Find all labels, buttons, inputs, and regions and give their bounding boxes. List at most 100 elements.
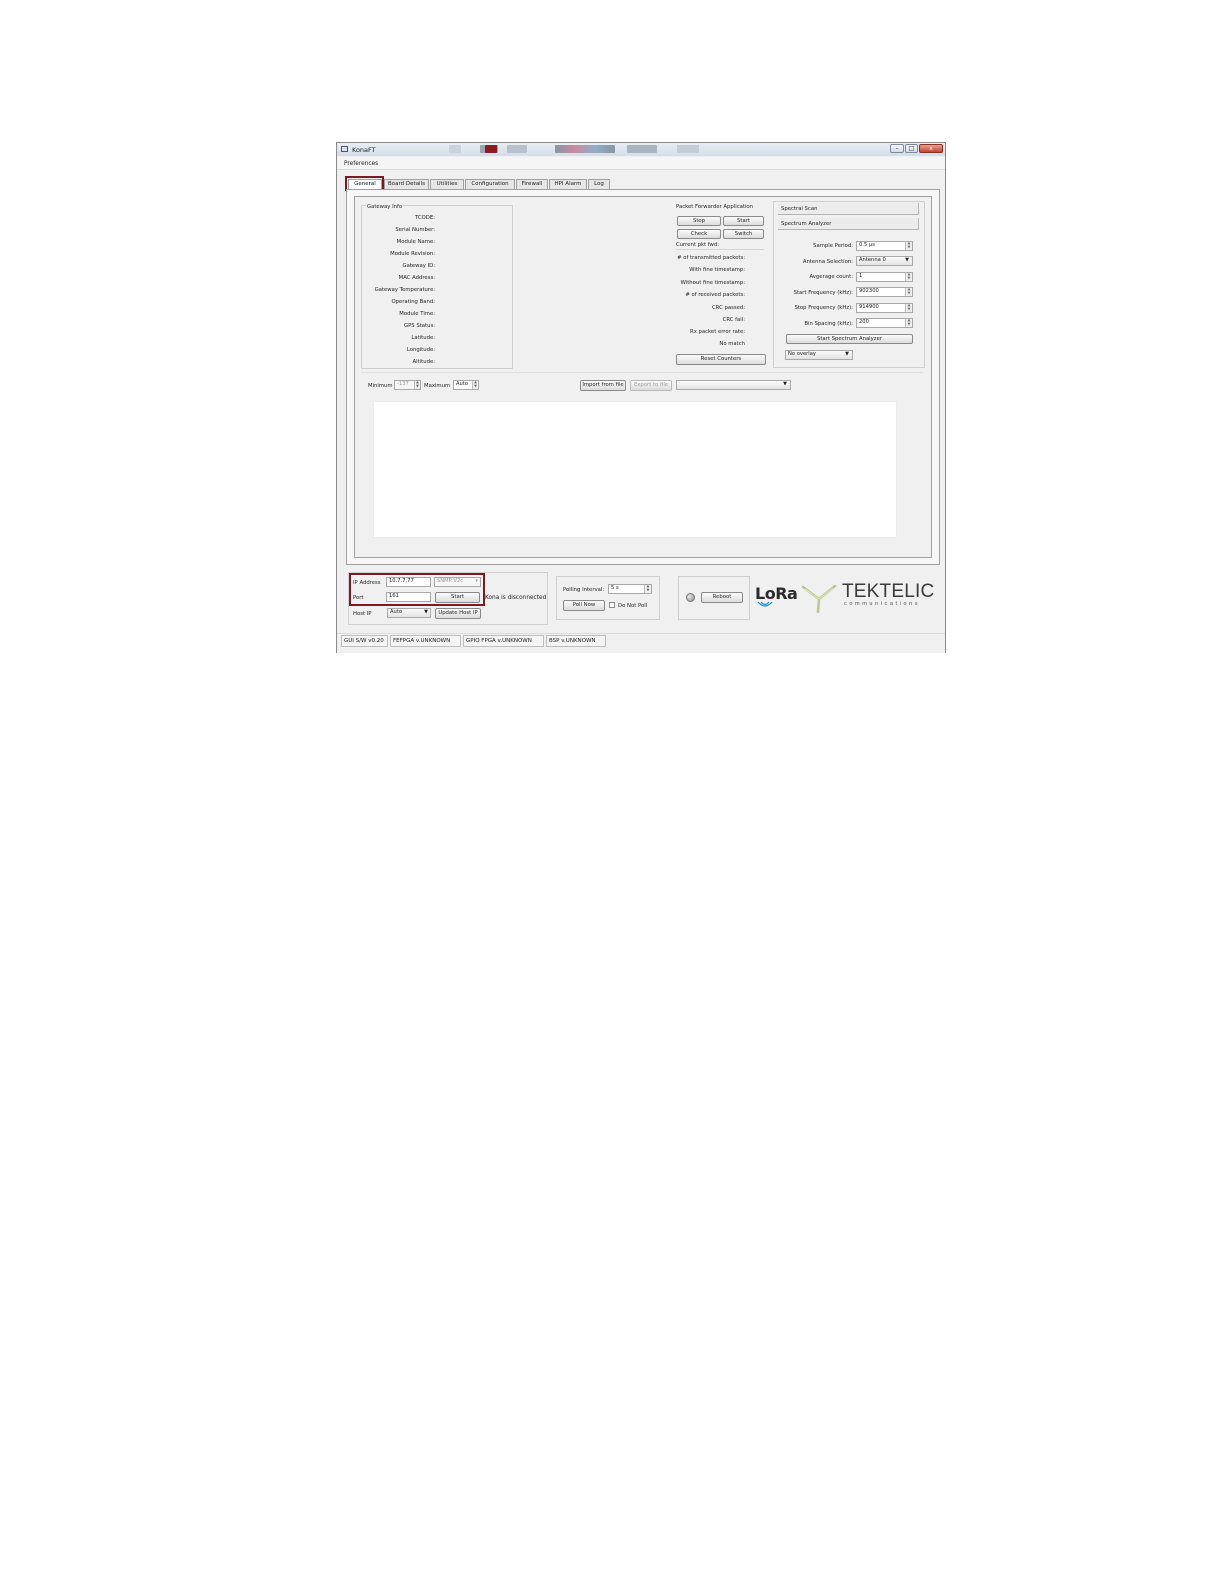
label-module-revision: Module Revision: (390, 251, 435, 257)
label-crc-fail: CRC fail: (722, 317, 745, 323)
divider (361, 372, 923, 373)
label-crc-passed: CRC passed: (711, 305, 745, 311)
antenna-selection-label: Antenna Selection: (802, 259, 853, 265)
taskbar-blur (507, 145, 527, 153)
overlay-value: No overlay (788, 351, 816, 357)
bin-spacing-spinner[interactable]: ▲ ▼ (905, 318, 912, 327)
status-bsp-version: BSP v.UNKNOWN (546, 635, 606, 647)
import-from-file-button[interactable]: Import from file (580, 380, 626, 391)
label-module-name: Module Name: (396, 239, 435, 245)
average-count-value: 1 (859, 273, 863, 279)
window-title: KonaFT (352, 146, 376, 154)
minimum-input[interactable]: -137 ▲ ▼ (394, 380, 421, 390)
polling-interval-label: Polling Interval: (563, 587, 605, 593)
tab-log[interactable]: Log (588, 179, 610, 189)
chevron-down-icon: ▼ (783, 381, 787, 387)
taskbar-blur (485, 145, 497, 153)
export-to-file-button[interactable]: Export to file (630, 380, 672, 391)
label-mac-address: MAC Address: (398, 275, 435, 281)
label-longitude: Longitude: (406, 347, 435, 353)
label-altitude: Altitude: (412, 359, 435, 365)
stop-frequency-label: Stop Frequency (kHz): (794, 305, 853, 311)
tab-configuration[interactable]: Configuration (465, 179, 515, 189)
maximum-spinner[interactable]: ▲ ▼ (472, 380, 478, 389)
overlay-dropdown[interactable]: No overlay ▼ (785, 350, 853, 360)
start-pkt-fwd-button[interactable]: Start (723, 216, 764, 226)
bin-spacing-input[interactable]: 200 ▲ ▼ (856, 318, 913, 328)
tab-hpi-alarm[interactable]: HPI Alarm (549, 179, 587, 189)
minimum-value: -137 (397, 381, 409, 387)
spectrum-plot-area (373, 401, 897, 538)
start-spectrum-analyzer-button[interactable]: Start Spectrum Analyzer (786, 334, 913, 344)
bin-spacing-label: Bin Spacing (kHz): (804, 321, 853, 327)
antenna-selection-value: Antenna 0 (859, 257, 886, 263)
label-received-packets: # of received packets: (685, 292, 745, 298)
close-button[interactable]: x (919, 144, 943, 153)
check-button[interactable]: Check (677, 229, 721, 239)
tektelic-logo: TEKTELIC (842, 581, 935, 602)
label-gateway-temperature: Gateway Temperature: (374, 287, 435, 293)
maximize-button[interactable]: □ (905, 144, 918, 153)
stop-frequency-value: 914900 (859, 304, 879, 310)
tektelic-subtitle: communications (844, 601, 921, 607)
current-pkt-fwd-label: Current pkt fwd: (676, 242, 720, 248)
stop-frequency-input[interactable]: 914900 ▲ ▼ (856, 303, 913, 313)
average-count-input[interactable]: 1 ▲ ▼ (856, 272, 913, 282)
polling-interval-value: 5 s (611, 585, 619, 591)
polling-interval-input[interactable]: 5 s ▲ ▼ (608, 584, 652, 594)
label-no-match: No match (719, 341, 745, 347)
do-not-poll-checkbox[interactable] (609, 602, 615, 608)
spectrum-analyzer-label: Spectrum Analyzer (781, 221, 832, 227)
bin-spacing-value: 200 (859, 319, 869, 325)
spectral-scan-header[interactable]: Spectral Scan (778, 203, 919, 215)
highlight-connection-box (349, 573, 485, 606)
gateway-info-title: Gateway Info (366, 204, 404, 210)
chevron-down-icon: ▼ (424, 609, 428, 615)
minimum-label: Minimum (368, 383, 393, 389)
tab-utilities[interactable]: Utilities (430, 179, 464, 189)
reset-counters-button[interactable]: Reset Counters (676, 354, 766, 365)
label-operating-band: Operating Band: (391, 299, 435, 305)
stop-frequency-spinner[interactable]: ▲ ▼ (905, 303, 912, 312)
label-rx-packet-error-rate: Rx packet error rate: (690, 329, 745, 335)
taskbar-blur (449, 145, 461, 153)
minimize-button[interactable]: – (890, 144, 904, 153)
taskbar-blur (677, 145, 699, 153)
minimum-spinner[interactable]: ▲ ▼ (414, 380, 420, 389)
spectral-scan-label: Spectral Scan (781, 206, 818, 212)
poll-now-button[interactable]: Poll Now (563, 600, 605, 611)
switch-button[interactable]: Switch (723, 229, 764, 239)
spectrum-analyzer-header[interactable]: Spectrum Analyzer (778, 218, 919, 230)
label-tcode: TCODE: (414, 215, 435, 221)
sample-period-input[interactable]: 0.5 µs ▲ ▼ (856, 241, 913, 251)
app-icon (341, 146, 348, 152)
update-host-ip-button[interactable]: Update Host IP (435, 608, 481, 619)
menu-preferences[interactable]: Preferences (344, 161, 378, 167)
title-bar: KonaFT – □ x (337, 143, 945, 156)
antenna-selection-dropdown[interactable]: Antenna 0 ▼ (856, 256, 913, 266)
start-frequency-input[interactable]: 902300 ▲ ▼ (856, 287, 913, 297)
chevron-down-icon: ▼ (905, 257, 909, 263)
start-frequency-spinner[interactable]: ▲ ▼ (905, 287, 912, 296)
reboot-button[interactable]: Reboot (701, 592, 743, 603)
average-count-spinner[interactable]: ▲ ▼ (905, 272, 912, 281)
host-ip-dropdown[interactable]: Auto ▼ (387, 608, 431, 618)
file-select-dropdown[interactable]: ▼ (676, 380, 791, 390)
sample-period-spinner[interactable]: ▲ ▼ (905, 241, 912, 250)
maximum-value: Auto (456, 381, 469, 387)
taskbar-blur (555, 145, 615, 153)
maximum-input[interactable]: Auto ▲ ▼ (453, 380, 479, 390)
maximum-label: Maximum (424, 383, 451, 389)
label-gps-status: GPS Status: (403, 323, 435, 329)
status-gui-version: GUI S/W v0.20 (341, 635, 388, 647)
average-count-label: Avgerage count: (809, 274, 853, 280)
label-serial-number: Serial Number: (395, 227, 435, 233)
stop-button[interactable]: Stop (677, 216, 721, 226)
sample-period-label: Sample Period: (813, 243, 853, 249)
label-with-fine-timestamp: With fine timestamp: (689, 267, 745, 273)
start-frequency-value: 902300 (859, 288, 879, 294)
tab-board-details[interactable]: Board Details (384, 179, 429, 189)
tab-firewall[interactable]: Firewall (516, 179, 548, 189)
polling-interval-spinner[interactable]: ▲ ▼ (644, 584, 651, 593)
label-transmitted-packets: # of transmitted packets: (677, 255, 745, 261)
